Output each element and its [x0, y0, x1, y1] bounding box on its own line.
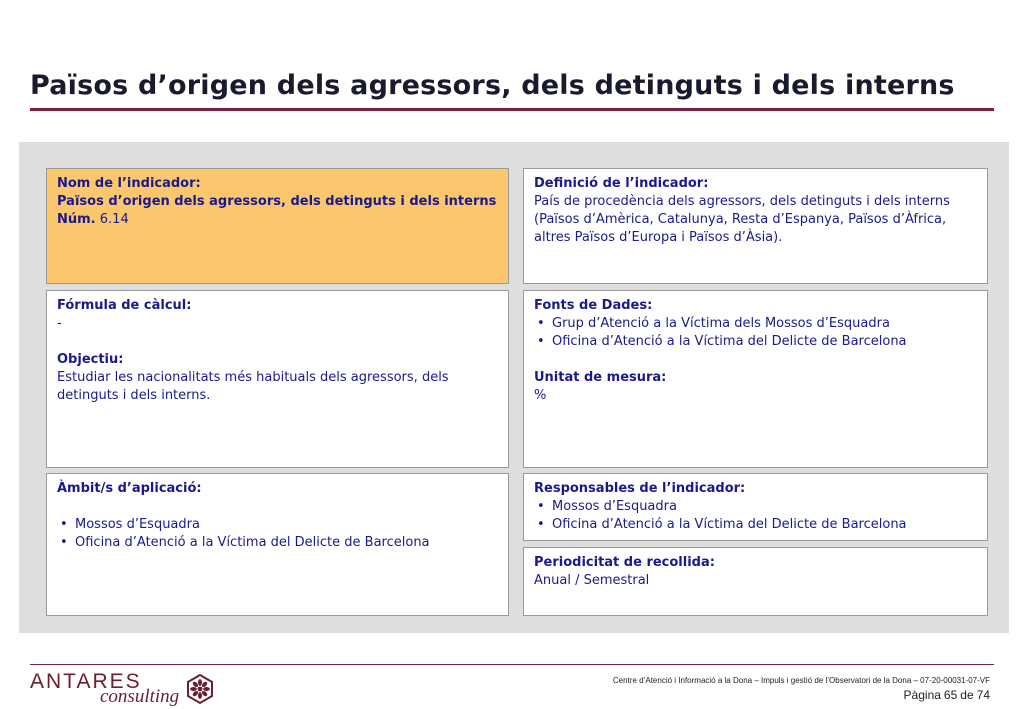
periodicity-value: Anual / Semestral	[534, 573, 650, 588]
unit-value: %	[534, 388, 547, 403]
definition-box: Definició de l’indicador: País de proced…	[523, 168, 988, 284]
scope-list: Mossos d’Esquadra Oficina d’Atenció a la…	[57, 516, 498, 552]
sources-label: Fonts de Dades:	[534, 298, 653, 313]
list-item: Grup d’Atenció a la Víctima dels Mossos …	[534, 315, 977, 333]
indicator-number-label: Núm.	[57, 212, 96, 227]
list-item: Mossos d’Esquadra	[534, 498, 977, 516]
indicator-name-box: Nom de l’indicador: Països d’origen dels…	[46, 168, 509, 284]
page-title: Països d’origen dels agressors, dels det…	[30, 70, 955, 101]
flower-seal-icon	[187, 673, 213, 705]
definition-label: Definició de l’indicador:	[534, 176, 709, 191]
objective-text: Estudiar les nacionalitats més habituals…	[57, 370, 449, 403]
objective-label: Objectiu:	[57, 352, 124, 367]
logo-subtitle: consulting	[100, 686, 180, 707]
document-reference: Centre d’Atenció i Informació a la Dona …	[612, 676, 990, 685]
indicator-name-value: Països d’origen dels agressors, dels det…	[57, 194, 497, 209]
list-item: Oficina d’Atenció a la Víctima del Delic…	[534, 333, 977, 351]
indicator-name-label: Nom de l’indicador:	[57, 176, 201, 191]
indicator-panel: Nom de l’indicador: Països d’origen dels…	[19, 142, 1009, 633]
sources-list: Grup d’Atenció a la Víctima dels Mossos …	[534, 315, 977, 351]
periodicity-label: Periodicitat de recollida:	[534, 555, 715, 570]
footer-divider	[30, 664, 994, 665]
scope-box: Àmbit/s d’aplicació: Mossos d’Esquadra O…	[46, 473, 509, 616]
periodicity-box: Periodicitat de recollida: Anual / Semes…	[523, 547, 988, 616]
definition-text: País de procedència dels agressors, dels…	[534, 194, 950, 245]
responsible-box: Responsables de l’indicador: Mossos d’Es…	[523, 473, 988, 541]
list-item: Oficina d’Atenció a la Víctima del Delic…	[57, 534, 498, 552]
scope-label: Àmbit/s d’aplicació:	[57, 481, 202, 496]
list-item: Mossos d’Esquadra	[57, 516, 498, 534]
page-total: 74	[976, 688, 990, 702]
unit-label: Unitat de mesura:	[534, 370, 667, 385]
title-divider	[30, 108, 994, 111]
sources-box: Fonts de Dades: Grup d’Atenció a la Víct…	[523, 290, 988, 468]
responsible-list: Mossos d’Esquadra Oficina d’Atenció a la…	[534, 498, 977, 534]
indicator-number: Núm. 6.14	[57, 211, 498, 229]
formula-label: Fórmula de càlcul:	[57, 298, 192, 313]
indicator-number-value: 6.14	[99, 212, 129, 227]
formula-value: -	[57, 316, 62, 331]
page-current: 65	[943, 688, 958, 702]
page-label: Pàgina	[903, 688, 941, 702]
page-of: de	[960, 688, 974, 702]
responsible-label: Responsables de l’indicador:	[534, 481, 746, 496]
list-item: Oficina d’Atenció a la Víctima del Delic…	[534, 516, 977, 534]
formula-box: Fórmula de càlcul: - Objectiu: Estudiar …	[46, 290, 509, 468]
page-number: Pàgina 65 de 74	[904, 688, 990, 702]
